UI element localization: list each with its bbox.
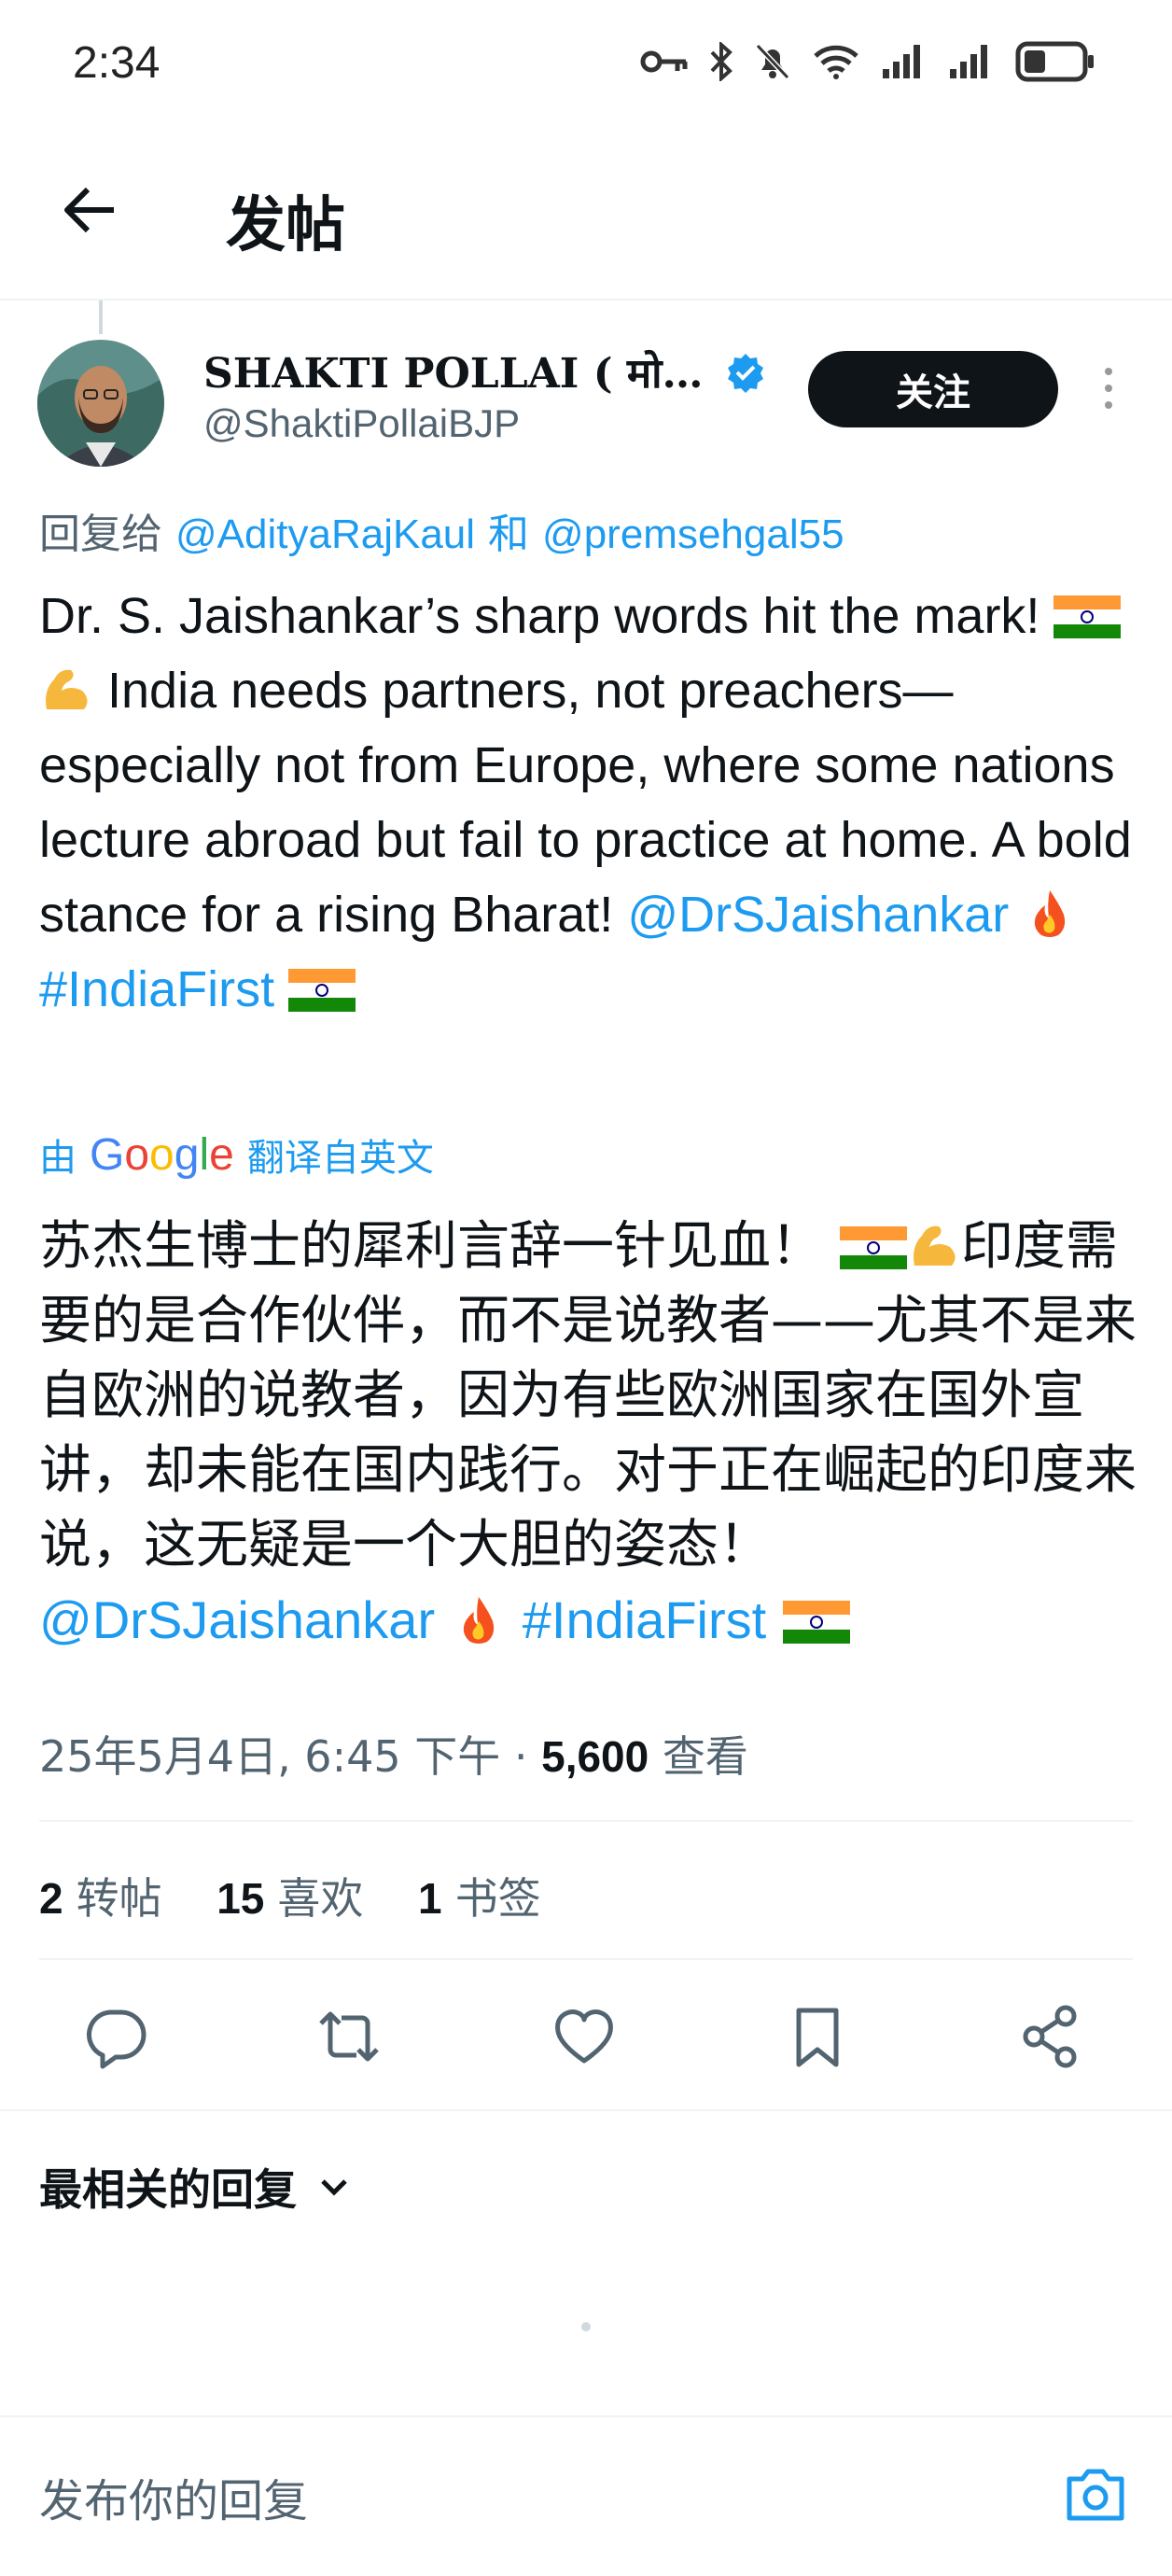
actions-divider — [0, 2109, 1172, 2111]
tweet-zh-hashtag[interactable]: #IndiaFirst — [523, 1590, 766, 1649]
likes-stat[interactable]: 15 喜欢 — [216, 1873, 363, 1924]
bookmarks-stat[interactable]: 1 书签 — [418, 1873, 541, 1924]
india-flag-icon — [288, 969, 356, 1012]
flexed-biceps-icon — [46, 669, 88, 709]
status-time: 2:34 — [73, 38, 160, 88]
reposts-count: 2 — [39, 1874, 63, 1923]
reply-prefix: 回复给 — [39, 511, 162, 558]
tweet-zh-mention[interactable]: @DrSJaishankar — [39, 1590, 435, 1649]
like-icon[interactable] — [551, 2003, 618, 2070]
page-title: 发帖 — [226, 191, 345, 260]
tweet-zh-part1: 苏杰生博士的犀利言辞一针见血！ — [39, 1216, 823, 1277]
battery-icon — [1015, 41, 1094, 82]
wifi-icon — [814, 45, 858, 79]
camera-icon[interactable] — [1062, 2460, 1129, 2527]
reply-and: 和 — [488, 511, 530, 557]
fire-icon — [463, 1597, 495, 1644]
post-meta: 25年5月4日, 6:45 下午 · 5,600 查看 — [39, 1723, 748, 1785]
tweet-mention[interactable]: @DrSJaishankar — [627, 887, 1009, 943]
india-flag-icon — [1053, 595, 1122, 638]
bluetooth-icon — [710, 42, 732, 81]
tweet-text-original: Dr. S. Jaishankar’s sharp words hit the … — [39, 579, 1140, 1027]
loading-indicator — [581, 2322, 591, 2331]
share-icon[interactable] — [1017, 2003, 1084, 2070]
engagement-stats: 2 转帖 15 喜欢 1 书签 — [39, 1865, 582, 1926]
post-views-label: 查看 — [662, 1731, 748, 1782]
india-flag-icon — [782, 1601, 850, 1644]
translation-attribution[interactable]: 由 Google 翻译自英文 — [39, 1127, 434, 1182]
reposts-stat[interactable]: 2 转帖 — [39, 1873, 162, 1924]
signal-icon-2 — [950, 45, 987, 78]
reply-mention-2[interactable]: @premsehgal55 — [542, 511, 844, 557]
author-handle[interactable]: @ShaktiPollaiBJP — [203, 401, 520, 446]
composer-divider — [0, 2415, 1172, 2417]
more-options-icon[interactable] — [1097, 368, 1120, 414]
bookmarks-label: 书签 — [454, 1873, 541, 1924]
post-views-count: 5,600 — [541, 1732, 649, 1781]
bookmarks-count: 1 — [418, 1874, 442, 1923]
follow-button[interactable]: 关注 — [808, 351, 1058, 427]
thread-line — [99, 301, 103, 334]
reply-icon[interactable] — [82, 2003, 149, 2070]
fire-icon — [1035, 890, 1066, 937]
reply-input[interactable]: 发布你的回复 — [39, 2464, 308, 2529]
header-divider — [0, 299, 1172, 301]
chevron-down-icon — [321, 2179, 347, 2196]
tweet-text-translated: 苏杰生博士的犀利言辞一针见血！ 印度需要的是合作伙伴，而不是说教者——尤其不是来… — [39, 1210, 1140, 1659]
bookmark-icon[interactable] — [784, 2003, 851, 2070]
bell-muted-icon — [755, 43, 790, 80]
author-name-row[interactable]: SHAKTI POLLAI ( मो… — [203, 343, 766, 399]
google-logo: Google — [90, 1129, 234, 1180]
status-icons — [640, 41, 1095, 82]
reposts-label: 转帖 — [76, 1873, 162, 1924]
back-arrow-icon[interactable] — [58, 177, 123, 243]
key-icon — [640, 50, 688, 73]
tweet-en-part1: Dr. S. Jaishankar’s sharp words hit the … — [39, 588, 1040, 644]
reply-to-line: 回复给 @AdityaRajKaul 和 @premsehgal55 — [39, 500, 844, 560]
stats-divider — [39, 1958, 1133, 1960]
avatar[interactable] — [37, 340, 164, 467]
replies-sort-dropdown[interactable]: 最相关的回复 — [39, 2156, 351, 2218]
translate-prefix: 由 — [39, 1137, 77, 1180]
meta-divider — [39, 1820, 1133, 1822]
repost-icon[interactable] — [315, 2003, 383, 2070]
likes-count: 15 — [216, 1874, 265, 1923]
tweet-hashtag[interactable]: #IndiaFirst — [39, 961, 274, 1017]
flexed-biceps-icon — [913, 1225, 956, 1266]
translate-suffix: 翻译自英文 — [246, 1137, 434, 1180]
verified-badge-icon — [727, 354, 763, 393]
author-name: SHAKTI POLLAI ( मो… — [203, 350, 704, 398]
reply-mention-1[interactable]: @AdityaRajKaul — [175, 511, 475, 557]
replies-sort-label: 最相关的回复 — [39, 2164, 297, 2215]
signal-icon — [883, 45, 920, 78]
india-flag-icon — [839, 1226, 907, 1269]
post-datetime: 25年5月4日, 6:45 下午 · — [39, 1731, 528, 1782]
likes-label: 喜欢 — [277, 1873, 364, 1924]
